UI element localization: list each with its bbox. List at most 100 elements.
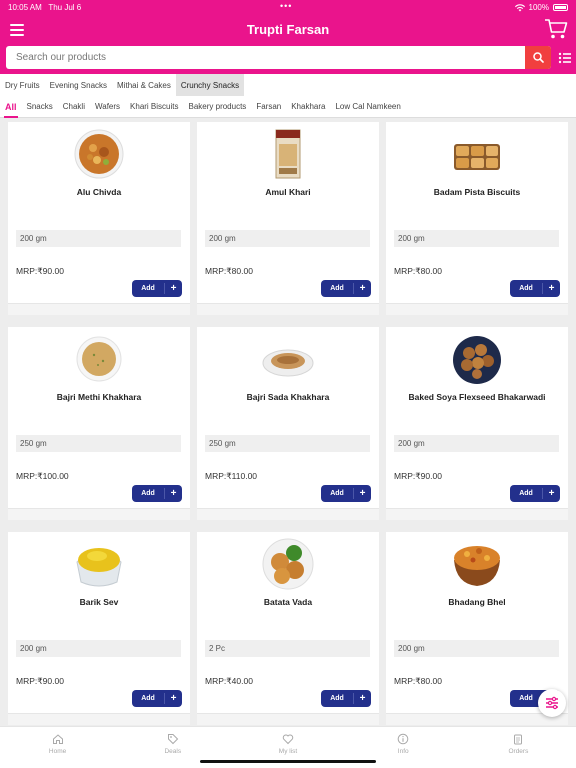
product-image-barik-sev [76,548,122,587]
add-to-cart-button[interactable]: Add+ [321,280,371,297]
product-price: MRP:₹90.00 [394,471,442,481]
product-name: Bhadang Bhel [448,597,506,607]
subtab-khakhara[interactable]: Khakhara [286,96,330,118]
subtab-wafers[interactable]: Wafers [90,96,125,118]
product-price: MRP:₹40.00 [205,676,253,686]
product-qty[interactable]: 2 Pc [205,640,370,657]
info-icon [397,733,409,745]
plus-icon: + [164,693,182,704]
product-name: Barik Sev [79,597,119,607]
product-qty[interactable]: 200 gm [394,435,559,452]
product-qty[interactable]: 250 gm [205,435,370,452]
subtab-snacks[interactable]: Snacks [22,96,58,118]
status-time: 10:05 AM [8,3,42,12]
home-icon [52,734,63,744]
add-to-cart-button[interactable]: Add+ [132,280,182,297]
add-to-cart-button[interactable]: Add+ [132,485,182,502]
add-to-cart-button[interactable]: Add+ [321,485,371,502]
home-indicator [200,760,376,763]
cart-button[interactable] [544,18,568,40]
product-name: Baked Soya Flexseed Bhakarwadi [408,392,546,402]
battery-icon [553,4,568,11]
add-to-cart-button[interactable]: Add+ [510,485,560,502]
search-input[interactable] [6,46,525,69]
product-card[interactable]: Batata Vada 2 Pc MRP:₹40.00 Add + [197,532,379,725]
heart-icon [282,734,294,745]
subtab-chakli[interactable]: Chakli [58,96,90,118]
tab-crunchy-snacks[interactable]: Crunchy Snacks [175,74,245,96]
product-card[interactable]: Badam Pista Biscuits 200 gm MRP:₹80.00 A… [386,122,568,315]
product-name: Bajri Methi Khakhara [56,392,142,402]
product-qty[interactable]: 200 gm [394,230,559,247]
wifi-icon [514,3,525,11]
subtab-khari-biscuits[interactable]: Khari Biscuits [125,96,183,118]
product-image-bajri-methi-khakhara [76,336,122,382]
subtab-all[interactable]: All [0,96,22,118]
tab-mithai-cakes[interactable]: Mithai & Cakes [112,74,176,96]
product-price: MRP:₹80.00 [394,676,442,686]
plus-icon: + [353,283,371,294]
product-image-bajri-sada-khakhara [262,349,314,377]
product-image-batata-vada [262,538,314,590]
product-card[interactable]: Baked Soya Flexseed Bhakarwadi 200 gm MR… [386,327,568,520]
subtab-bakery-products[interactable]: Bakery products [184,96,252,118]
plus-icon: + [542,488,560,499]
product-card[interactable]: Amul Khari 200 gm MRP:₹80.00 Add + [197,122,379,315]
multitasking-dots-icon[interactable]: ••• [280,1,292,11]
plus-icon: + [542,283,560,294]
clipboard-icon [514,734,523,745]
product-image-badam-pista-biscuits [454,144,500,170]
app-header: 10:05 AM Thu Jul 6 ••• 100% Trupti Farsa… [0,0,576,74]
product-price: MRP:₹80.00 [394,266,442,276]
tab-evening-snacks[interactable]: Evening Snacks [45,74,112,96]
product-image-baked-soya-bhakarwadi [453,336,501,384]
plus-icon: + [164,488,182,499]
cart-icon [545,19,568,39]
battery-percent: 100% [528,3,549,12]
search-bar [6,46,551,69]
product-qty[interactable]: 200 gm [394,640,559,657]
plus-icon: + [353,488,371,499]
subtab-low-cal-namkeen[interactable]: Low Cal Namkeen [330,96,405,118]
tag-icon [167,734,179,745]
product-image-alu-chivda [74,129,124,179]
sliders-icon [546,696,558,710]
product-image-bhadang-bhel [454,546,500,586]
nav-home[interactable]: Home [0,727,115,768]
list-view-button[interactable] [558,51,572,65]
product-grid: Alu Chivda 200 gm MRP:₹90.00 Add + Amul K… [0,122,576,726]
product-price: MRP:₹90.00 [16,266,64,276]
plus-icon: + [164,283,182,294]
search-button[interactable] [525,46,551,69]
app-title: Trupti Farsan [246,22,330,37]
nav-orders[interactable]: Orders [461,727,576,768]
plus-icon: + [353,693,371,704]
product-card[interactable]: Alu Chivda 200 gm MRP:₹90.00 Add + [8,122,190,315]
filter-button[interactable] [538,689,566,717]
product-card[interactable]: Bajri Methi Khakhara 250 gm MRP:₹100.00 … [8,327,190,520]
subtab-farsan[interactable]: Farsan [251,96,286,118]
tab-dry-fruits[interactable]: Dry Fruits [0,74,45,96]
product-card[interactable]: Bajri Sada Khakhara 250 gm MRP:₹110.00 A… [197,327,379,520]
product-qty[interactable]: 200 gm [16,230,181,247]
add-to-cart-button[interactable]: Add+ [132,690,182,707]
add-to-cart-button[interactable]: Add+ [510,280,560,297]
product-qty[interactable]: 250 gm [16,435,181,452]
product-image-amul-khari [275,129,301,179]
product-qty[interactable]: 200 gm [16,640,181,657]
product-qty[interactable]: 200 gm [205,230,370,247]
subcategory-tabs: All Snacks Chakli Wafers Khari Biscuits … [0,96,576,118]
category-tabs: Dry Fruits Evening Snacks Mithai & Cakes… [0,74,576,96]
product-name: Bajri Sada Khakhara [246,392,330,402]
list-icon [558,52,571,64]
product-price: MRP:₹100.00 [16,471,69,481]
status-bar: 10:05 AM Thu Jul 6 ••• 100% [0,0,576,14]
product-price: MRP:₹90.00 [16,676,64,686]
product-name: Badam Pista Biscuits [433,187,521,197]
product-name: Batata Vada [263,597,313,607]
product-card[interactable]: Barik Sev 200 gm MRP:₹90.00 Add + [8,532,190,725]
add-to-cart-button[interactable]: Add+ [321,690,371,707]
product-price: MRP:₹80.00 [205,266,253,276]
status-date: Thu Jul 6 [48,3,82,12]
search-icon [532,52,544,63]
